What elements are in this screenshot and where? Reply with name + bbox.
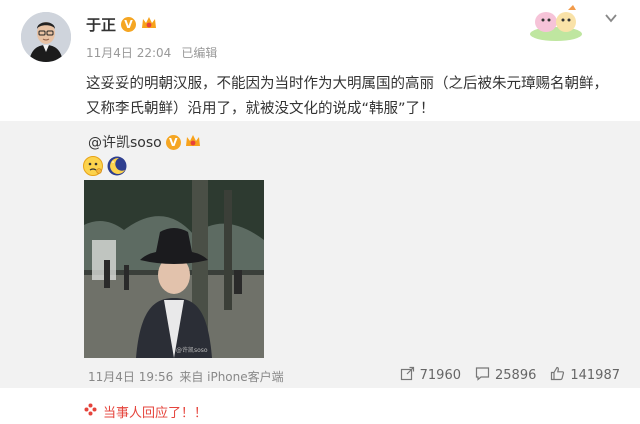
repost-stats: 71960 25896 141987: [400, 366, 620, 385]
edited-label[interactable]: 已编辑: [181, 44, 217, 61]
comment-icon: [475, 366, 490, 385]
vip-crown-icon: [141, 15, 157, 34]
verified-badge: V: [165, 134, 181, 150]
repost-card[interactable]: @许凯soso V @许凯soso: [0, 121, 640, 388]
repost-photo[interactable]: @许凯soso: [84, 180, 264, 358]
comment-button[interactable]: 25896: [475, 366, 536, 385]
weibo-post: 于正 V 11月4日 22:04 已编辑 这妥妥的明朝汉服，不能因为当时作为大明…: [0, 0, 640, 424]
author-row: 于正 V: [86, 14, 157, 35]
like-count: 141987: [570, 368, 620, 383]
author-name[interactable]: 于正: [86, 14, 116, 35]
repost-author-row: @许凯soso V: [88, 132, 201, 152]
like-button[interactable]: 141987: [550, 366, 620, 385]
moon-emoji-icon: [106, 155, 128, 181]
emoji-row: [82, 155, 128, 181]
thumbs-up-icon: [550, 366, 565, 385]
vip-crown-icon: [185, 133, 201, 152]
repost-timestamp[interactable]: 11月4日 19:56: [88, 368, 173, 385]
flower-icon: [84, 403, 97, 420]
repost-author-name[interactable]: @许凯soso: [88, 132, 162, 152]
photo-watermark: @许凯soso: [176, 346, 208, 354]
mascot-sticker-icon: [528, 4, 584, 42]
chevron-down-icon[interactable]: [604, 10, 618, 24]
verified-badge: V: [121, 17, 137, 32]
annotation-tip: 当事人回应了！！: [84, 402, 207, 421]
comment-count: 25896: [495, 368, 537, 383]
avatar[interactable]: [21, 12, 71, 62]
post-text: 这妥妥的明朝汉服，不能因为当时作为大明属国的高丽（之后被朱元璋赐名朝鲜，又称李氏…: [86, 76, 608, 117]
share-icon: [400, 366, 415, 385]
repost-count: 71960: [419, 368, 461, 383]
thinking-emoji-icon: [82, 155, 104, 181]
post-meta: 11月4日 22:04 已编辑: [86, 44, 217, 61]
post-timestamp[interactable]: 11月4日 22:04: [86, 44, 171, 61]
repost-source: 来自 iPhone客户端: [179, 370, 284, 384]
repost-button[interactable]: 71960: [400, 366, 461, 385]
repost-footer: 11月4日 19:56 来自 iPhone客户端: [88, 368, 284, 385]
tip-text: 当事人回应了！！: [103, 406, 208, 421]
